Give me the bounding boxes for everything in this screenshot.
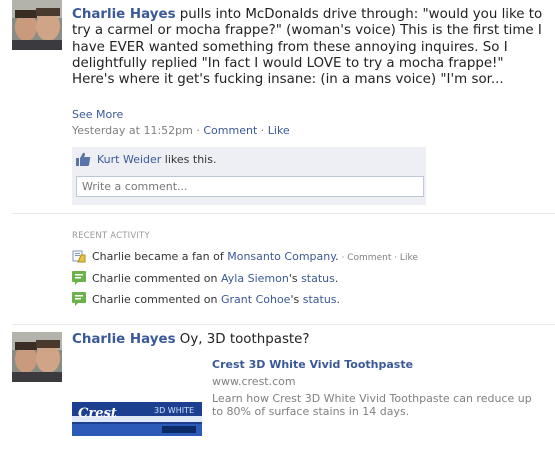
activity-actions[interactable]: · Comment · Like: [339, 253, 418, 263]
likes-line: Kurt Weider likes this.: [76, 152, 216, 166]
like-comment-box: Kurt Weider likes this. Write a comment.…: [72, 147, 426, 205]
separator: ·: [192, 124, 204, 137]
activity-text: Charlie became a fan of: [92, 249, 228, 263]
ad-brand-text: Crest: [78, 406, 117, 421]
friend-link[interactable]: Grant Cohoe: [221, 293, 290, 306]
avatar[interactable]: [12, 0, 62, 50]
liker-link[interactable]: Kurt Weider: [97, 153, 161, 166]
like-link[interactable]: Like: [268, 124, 290, 137]
timestamp[interactable]: Yesterday at 11:52pm: [72, 124, 193, 137]
activity-text: 's: [290, 292, 303, 306]
story-text: Oy, 3D toothpaste?: [175, 332, 310, 347]
thumbs-up-icon: [76, 152, 91, 166]
activity-item: Charlie became a fan of Monsanto Company…: [72, 249, 418, 263]
activity-item: Charlie commented on Grant Cohoe's statu…: [72, 292, 340, 306]
likes-text: likes this.: [161, 152, 217, 166]
recent-activity-heading: RECENT ACTIVITY: [72, 231, 150, 241]
author-name-link[interactable]: Charlie Hayes: [72, 7, 176, 22]
status-link[interactable]: status: [303, 293, 337, 306]
separator: ·: [257, 124, 268, 137]
divider: [12, 213, 555, 214]
ad-text-block: Crest 3D White Vivid Toothpaste www.cres…: [212, 358, 542, 418]
activity-text: .: [336, 292, 341, 306]
page-link[interactable]: Monsanto Company: [227, 250, 335, 263]
divider: [12, 324, 555, 325]
story-meta: Yesterday at 11:52pm · Comment · Like: [72, 124, 290, 138]
comment-field[interactable]: Write a comment...: [76, 176, 424, 197]
comment-link[interactable]: Comment: [203, 124, 257, 137]
status-link[interactable]: status: [301, 272, 335, 285]
friend-link[interactable]: Ayla Siemon: [221, 272, 289, 285]
see-more-link[interactable]: See More: [72, 108, 123, 121]
activity-text: .: [334, 271, 339, 285]
avatar[interactable]: [12, 332, 62, 382]
activity-text: 's: [288, 271, 302, 285]
activity-text: Charlie commented on: [92, 292, 221, 306]
ad-product-text: 3D WHITE: [154, 406, 194, 415]
ad-url: www.crest.com: [212, 375, 296, 388]
activity-text: Charlie commented on: [92, 271, 221, 285]
comment-bubble-icon: [72, 292, 86, 306]
activity-item: Charlie commented on Ayla Siemon's statu…: [72, 271, 338, 285]
ad-image[interactable]: Crest 3D WHITE: [72, 402, 202, 436]
story-body: Charlie Hayes pulls into McDonalds drive…: [72, 7, 543, 88]
author-name-link[interactable]: Charlie Hayes: [72, 332, 176, 347]
fan-page-icon: [72, 250, 86, 263]
story-body: Charlie Hayes Oy, 3D toothpaste?: [72, 332, 543, 348]
ad-description: Learn how Crest 3D White Vivid Toothpast…: [212, 392, 532, 418]
comment-bubble-icon: [72, 271, 86, 285]
ad-title-link[interactable]: Crest 3D White Vivid Toothpaste: [212, 358, 542, 371]
